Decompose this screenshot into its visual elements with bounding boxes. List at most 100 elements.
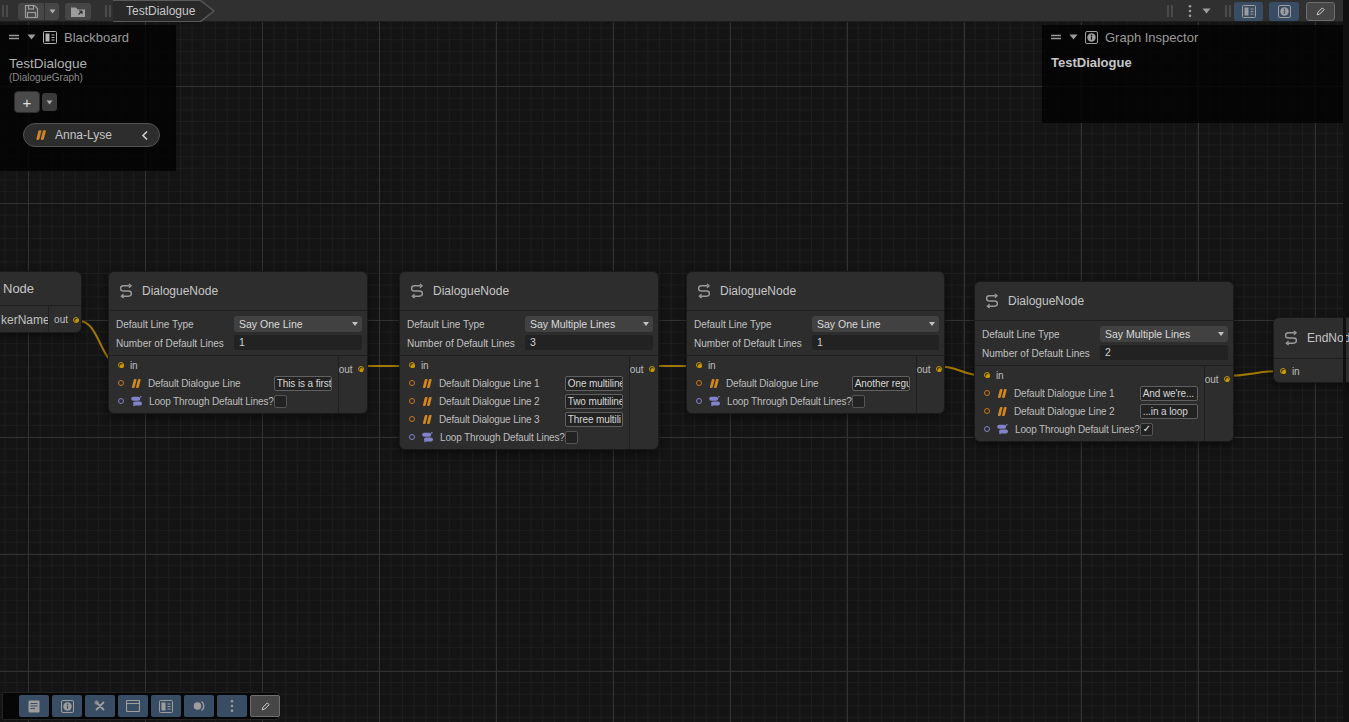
add-field-button[interactable]: +: [14, 91, 40, 113]
more-options-button[interactable]: [217, 695, 247, 717]
in-port[interactable]: [118, 362, 124, 368]
dialogue-line-field[interactable]: Three multili: [565, 412, 623, 427]
string-port-row: Default Dialogue Line 2Two multiline: [409, 392, 629, 410]
toggle-inspector-button[interactable]: [1269, 2, 1299, 21]
collapse-arrow-icon[interactable]: [1069, 34, 1078, 40]
quote-icon: [421, 414, 433, 425]
loop-checkbox[interactable]: [852, 395, 865, 408]
number-field[interactable]: 2: [1100, 345, 1228, 360]
collapse-chevron-icon[interactable]: [141, 130, 149, 141]
info-icon: [61, 700, 74, 713]
save-button[interactable]: [18, 3, 44, 20]
string-port[interactable]: [409, 416, 415, 422]
blackboard-field-anna-lyse[interactable]: Anna-Lyse: [23, 123, 160, 147]
enum-dropdown[interactable]: Say One Line: [812, 316, 939, 332]
drag-handle-icon: [8, 33, 20, 41]
dialogue-node-3[interactable]: DialogueNodeDefault Line TypeSay One Lin…: [686, 271, 945, 414]
out-port[interactable]: [358, 366, 364, 372]
dialogue-line-field[interactable]: ...in a loop: [1140, 404, 1198, 419]
speaker-node-partial[interactable]: NodekerNameout: [0, 271, 82, 333]
enum-dropdown[interactable]: Say One Line: [234, 316, 362, 332]
toggle-console-button[interactable]: [19, 695, 49, 717]
out-port[interactable]: [1224, 376, 1230, 382]
blackboard-title: Blackboard: [64, 30, 129, 45]
folder-icon: [70, 5, 86, 18]
input-port-row: in: [696, 356, 916, 374]
more-options-button[interactable]: [1188, 4, 1192, 18]
number-field[interactable]: 3: [525, 335, 653, 350]
dialogue-line-field[interactable]: And we're...: [1140, 386, 1198, 401]
asset-tab[interactable]: TestDialogue: [113, 0, 215, 22]
string-port-row: Default Dialogue Line 1One multiline: [409, 374, 629, 392]
output-port-row: out: [630, 360, 661, 378]
port-label: Default Dialogue Line: [148, 378, 274, 389]
in-port-label: in: [708, 360, 916, 371]
input-port-row: in: [984, 366, 1204, 384]
toggle-tools-button[interactable]: [85, 695, 115, 717]
toggle-blackboard-button[interactable]: [151, 695, 181, 717]
dropdown-arrow-icon: [46, 100, 53, 105]
port-label: Loop Through Default Lines?: [149, 396, 274, 407]
pen-icon: [259, 700, 272, 713]
string-port[interactable]: [409, 398, 415, 404]
in-port[interactable]: [696, 362, 702, 368]
toggle-window-button[interactable]: [118, 695, 148, 717]
open-asset-button[interactable]: [65, 3, 91, 20]
toggle-minimap-button[interactable]: [1306, 2, 1335, 21]
dialogue-node-1[interactable]: DialogueNodeDefault Line TypeSay One Lin…: [108, 271, 368, 414]
loop-checkbox[interactable]: [565, 431, 578, 444]
kebab-icon: [1188, 4, 1192, 18]
collapse-arrow-icon[interactable]: [27, 34, 36, 40]
save-dropdown-button[interactable]: [45, 3, 59, 20]
toggle-flow-button[interactable]: [184, 695, 214, 717]
dialogue-line-field[interactable]: One multiline: [565, 376, 623, 391]
graph-inspector-graph-name: TestDialogue: [1051, 55, 1334, 70]
node-title: DialogueNode: [975, 282, 1233, 321]
enum-dropdown[interactable]: Say Multiple Lines: [525, 316, 653, 332]
end-node[interactable]: EndNodein: [1273, 317, 1349, 383]
port-label: Default Dialogue Line 1: [1014, 388, 1140, 399]
enum-dropdown[interactable]: Say Multiple Lines: [1100, 326, 1228, 342]
string-port[interactable]: [984, 390, 990, 396]
more-options-dropdown[interactable]: [1202, 8, 1211, 14]
bool-port[interactable]: [696, 398, 702, 404]
toggle-blackboard-button[interactable]: [1234, 2, 1263, 21]
in-port[interactable]: [409, 362, 415, 368]
toggle-pen-button[interactable]: [250, 695, 280, 717]
dialogue-node-2[interactable]: DialogueNodeDefault Line TypeSay Multipl…: [399, 271, 659, 450]
loop-checkbox[interactable]: [274, 395, 287, 408]
dialogue-line-field[interactable]: Another regu: [852, 376, 910, 391]
input-port-row: in: [118, 356, 338, 374]
blackboard-header[interactable]: Blackboard: [0, 25, 176, 49]
bool-port[interactable]: [118, 398, 124, 404]
string-port[interactable]: [409, 380, 415, 386]
out-port-label: out: [630, 364, 644, 375]
dialogue-node-4[interactable]: DialogueNode Default Line TypeSay Multipl…: [974, 281, 1234, 442]
number-field[interactable]: 1: [812, 335, 939, 350]
out-port[interactable]: [649, 366, 655, 372]
dialogue-line-field[interactable]: Two multiline: [565, 394, 623, 409]
in-port[interactable]: [1280, 368, 1286, 374]
bool-port[interactable]: [984, 426, 990, 432]
bool-port[interactable]: [409, 434, 415, 440]
node-title-label: Node: [3, 281, 34, 296]
quote-icon: [421, 396, 433, 407]
toggle-info-button[interactable]: [52, 695, 82, 717]
save-icon: [24, 4, 39, 19]
add-field-dropdown[interactable]: [42, 93, 57, 111]
number-field[interactable]: 1: [234, 335, 362, 350]
graph-inspector-header[interactable]: Graph Inspector: [1042, 25, 1343, 49]
property-label: Number of Default Lines: [982, 348, 1090, 359]
asset-tab-label: TestDialogue: [126, 4, 195, 18]
string-port[interactable]: [696, 380, 702, 386]
property-row: Default Line TypeSay Multiple Lines: [982, 326, 1228, 342]
out-port[interactable]: [73, 317, 79, 323]
window-edge-line: [1343, 0, 1346, 722]
dialogue-line-field[interactable]: This is a first: [274, 376, 332, 391]
loop-checkbox[interactable]: [1140, 423, 1153, 436]
out-port[interactable]: [936, 366, 942, 372]
loop-icon: [421, 431, 434, 443]
string-port[interactable]: [118, 380, 124, 386]
in-port[interactable]: [984, 372, 990, 378]
string-port[interactable]: [984, 408, 990, 414]
